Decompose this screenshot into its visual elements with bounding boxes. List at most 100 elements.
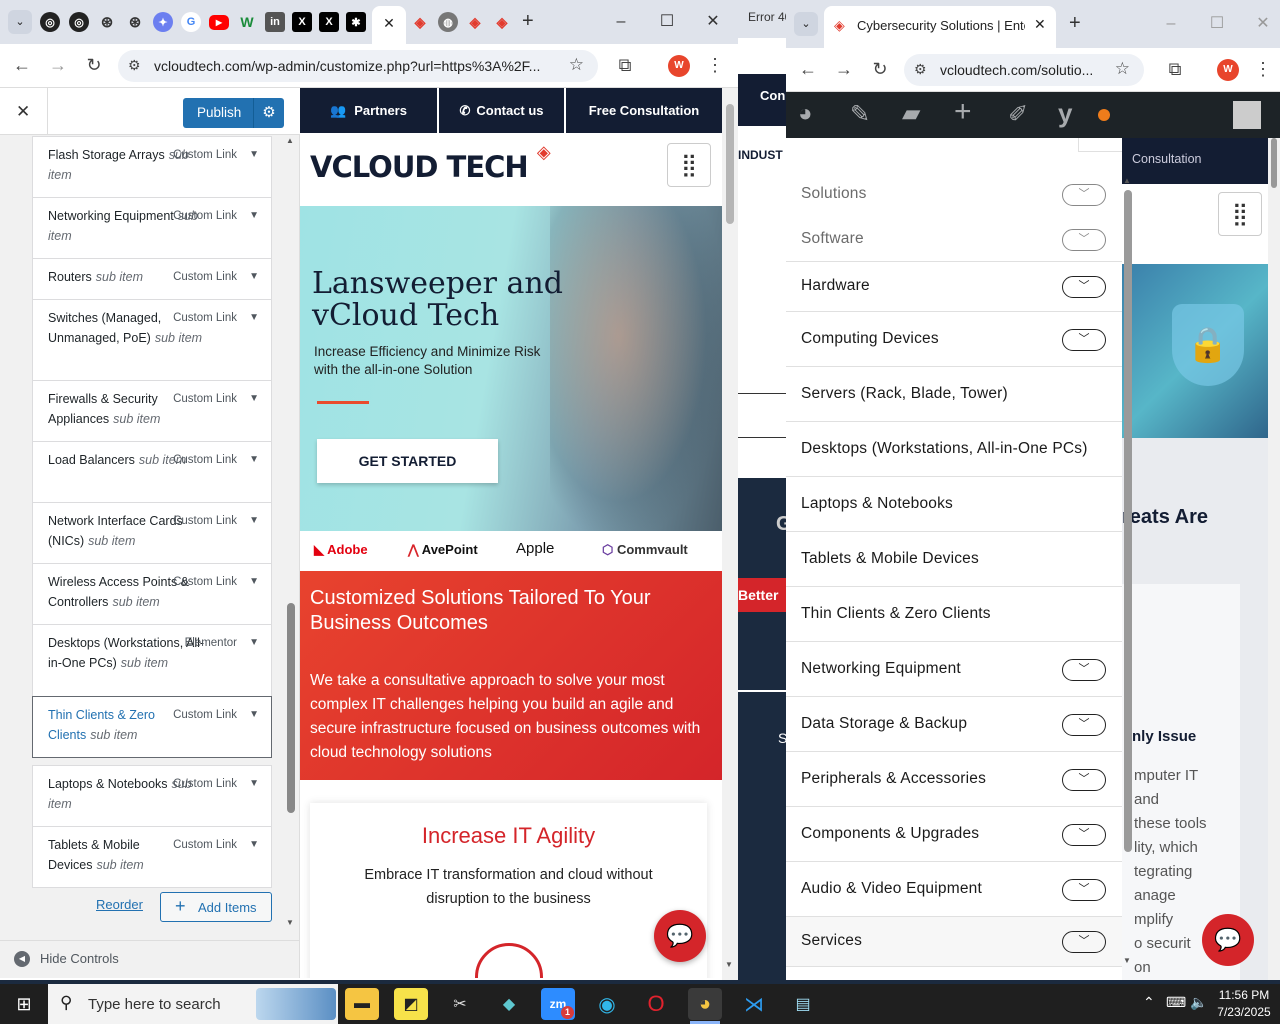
right-extensions-icon[interactable]: ⧉	[1164, 59, 1186, 80]
extensions-icon[interactable]: ⧉	[614, 55, 636, 76]
drawer-expand-chevron-icon[interactable]: ﹀	[1062, 229, 1106, 251]
profile-avatar[interactable]: W	[668, 55, 690, 77]
bg-grid-menu-button[interactable]: ⣿	[1218, 192, 1262, 236]
grid-menu-button[interactable]: ⣿	[667, 143, 711, 187]
drawer-menu-item[interactable]: Peripherals & Accessories ﹀	[786, 752, 1122, 807]
menu-item[interactable]: Firewalls & Security Appliances sub item C…	[32, 380, 272, 442]
tab-chatgpt-icon[interactable]: ◎	[69, 12, 89, 32]
close-customizer-icon[interactable]: ✕	[16, 102, 30, 122]
right-reload-button[interactable]: ↻	[869, 59, 891, 80]
close-tab-icon[interactable]: ✕	[383, 15, 395, 31]
comments-icon[interactable]: ▰	[902, 99, 920, 128]
vpn-app-icon[interactable]: ◆	[492, 988, 526, 1020]
tab-chatgpt-icon[interactable]: ◎	[40, 12, 60, 32]
tab-wix-icon[interactable]: W	[237, 12, 257, 32]
tab-x-icon[interactable]: X	[292, 12, 312, 32]
edit-pencil-icon[interactable]: ✐	[1008, 100, 1028, 129]
drawer-menu-item[interactable]: Servers (Rack, Blade, Tower)	[786, 367, 1122, 422]
drawer-menu-item[interactable]: Laptops & Notebooks	[786, 477, 1122, 532]
right-profile-avatar[interactable]: W	[1217, 59, 1239, 81]
drawer-menu-item[interactable]: Tablets & Mobile Devices	[786, 532, 1122, 587]
volume-icon[interactable]: 🔈	[1190, 994, 1207, 1011]
menu-item-expand-arrow-icon[interactable]: ▼	[249, 705, 259, 725]
menu-item[interactable]: Network Interface Cards (NICs) sub item Cu…	[32, 502, 272, 564]
menu-kebab-icon[interactable]: ⋮	[704, 55, 726, 76]
right-bookmark-star-icon[interactable]: ☆	[1115, 59, 1130, 79]
drawer-menu-item[interactable]: Components & Upgrades ﹀	[786, 807, 1122, 862]
menu-item[interactable]: Switches (Managed, Unmanaged, PoE) sub it…	[32, 299, 272, 381]
menu-item-expand-arrow-icon[interactable]: ▼	[249, 308, 259, 328]
tab-x-icon[interactable]: X	[319, 12, 339, 32]
network-icon[interactable]: ⌨	[1166, 994, 1186, 1011]
site-info-icon[interactable]: ⚙	[128, 57, 141, 74]
taskbar-search-box[interactable]: ⚲ Type here to search	[48, 984, 338, 1024]
chat-widget-button[interactable]: 💬	[654, 910, 706, 962]
address-bar[interactable]: ⚙ vcloudtech.com/wp-admin/customize.php?…	[118, 50, 598, 82]
add-items-button[interactable]: + Add Items	[160, 892, 272, 922]
drawer-expand-chevron-icon[interactable]: ﹀	[1062, 931, 1106, 953]
panel-scrollbar[interactable]	[287, 603, 295, 813]
snipping-tool-icon[interactable]: ✂	[443, 988, 477, 1020]
drawer-menu-item[interactable]: Networking Equipment ﹀	[786, 642, 1122, 697]
file-explorer-icon[interactable]: ▬	[345, 988, 379, 1020]
close-window-button[interactable]: ✕	[700, 10, 726, 34]
drawer-expand-chevron-icon[interactable]: ﹀	[1062, 659, 1106, 681]
dashboard-palette-icon[interactable]: ◕	[798, 100, 813, 128]
tab-search-button[interactable]: ⌄	[8, 10, 32, 34]
start-button[interactable]: ⊞	[0, 984, 48, 1024]
tab-openai-icon[interactable]: ⊛	[125, 12, 145, 32]
taskbar-clock[interactable]: 11:56 PM 7/23/2025	[1212, 987, 1276, 1021]
minimize-button[interactable]: –	[608, 10, 634, 34]
drawer-menu-item[interactable]: Data Storage & Backup ﹀	[786, 697, 1122, 752]
tab-google-icon[interactable]: G	[181, 12, 201, 32]
bookmark-star-icon[interactable]: ☆	[569, 55, 584, 75]
drawer-scroll-up-icon[interactable]: ▲	[1123, 176, 1131, 185]
chrome-browser-icon[interactable]: ◕	[688, 988, 722, 1020]
notepad-icon[interactable]: ▤	[786, 988, 820, 1020]
edge-browser-icon[interactable]: ◉	[590, 988, 624, 1020]
menu-item-expand-arrow-icon[interactable]: ▼	[249, 145, 259, 165]
right-minimize-button[interactable]: –	[1158, 12, 1184, 36]
menu-item[interactable]: Flash Storage Arrays sub item Custom Link ▼	[32, 136, 272, 198]
active-tab[interactable]: ✕	[372, 6, 406, 44]
preview-scroll-down-icon[interactable]: ▼	[725, 960, 733, 969]
drawer-menu-item[interactable]: Audio & Video Equipment ﹀	[786, 862, 1122, 917]
tray-chevron-up-icon[interactable]: ⌃	[1143, 994, 1155, 1011]
menu-item[interactable]: Laptops & Notebooks sub item Custom Link ▼	[32, 765, 272, 827]
menu-item[interactable]: Thin Clients & Zero Clients sub item Custo…	[32, 696, 272, 758]
drawer-menu-item[interactable]: Thin Clients & Zero Clients	[786, 587, 1122, 642]
drawer-menu-item[interactable]: Computing Devices ﹀	[786, 312, 1122, 367]
tab-linkedin-icon[interactable]: in	[265, 12, 285, 32]
right-address-bar[interactable]: ⚙ vcloudtech.com/solutio... ☆	[904, 54, 1144, 86]
publish-settings-gear-icon[interactable]: ⚙	[253, 98, 284, 128]
tab-globe-icon[interactable]: ◍	[438, 12, 458, 32]
drawer-expand-chevron-icon[interactable]: ﹀	[1062, 276, 1106, 298]
tab-vcloud-icon[interactable]: ◈	[492, 12, 512, 32]
customize-brush-icon[interactable]: ✎	[850, 100, 870, 129]
drawer-expand-chevron-icon[interactable]: ﹀	[1062, 824, 1106, 846]
scroll-down-arrow-icon[interactable]: ▼	[286, 918, 294, 927]
right-close-tab-icon[interactable]: ✕	[1034, 16, 1046, 33]
new-content-plus-icon[interactable]: +	[954, 95, 972, 129]
menu-item-expand-arrow-icon[interactable]: ▼	[249, 450, 259, 470]
menu-item[interactable]: Desktops (Workstations, All-in-One PCs) s…	[32, 624, 272, 706]
drawer-menu-item[interactable]: Solutions ﹀	[786, 172, 1122, 217]
drawer-scroll-down-icon[interactable]: ▼	[1123, 956, 1131, 965]
drawer-scrollbar-thumb[interactable]	[1124, 190, 1132, 852]
opera-browser-icon[interactable]: O	[639, 988, 673, 1020]
bg-chat-widget-button[interactable]: 💬	[1202, 914, 1254, 966]
menu-item[interactable]: Routers sub item Custom Link ▼	[32, 258, 272, 300]
nav-consultation-button[interactable]: Free Consultation	[566, 88, 722, 133]
menu-item[interactable]: Load Balancers sub item Custom Link ▼	[32, 441, 272, 503]
get-started-button[interactable]: GET STARTED	[317, 439, 498, 483]
right-forward-button[interactable]: →	[833, 59, 855, 80]
drawer-menu-item[interactable]: Desktops (Workstations, All-in-One PCs)	[786, 422, 1122, 477]
menu-item-expand-arrow-icon[interactable]: ▼	[249, 572, 259, 592]
zoom-app-icon[interactable]: zm 1	[541, 988, 575, 1020]
drawer-close-tab[interactable]	[1078, 138, 1122, 152]
right-active-tab[interactable]: ◈ Cybersecurity Solutions | Enterp ✕	[824, 6, 1056, 48]
right-close-window-button[interactable]: ✕	[1250, 12, 1276, 36]
menu-item-expand-arrow-icon[interactable]: ▼	[249, 511, 259, 531]
menu-item[interactable]: Tablets & Mobile Devices sub item Custom L…	[32, 826, 272, 888]
publish-button[interactable]: Publish ⚙	[183, 98, 284, 128]
